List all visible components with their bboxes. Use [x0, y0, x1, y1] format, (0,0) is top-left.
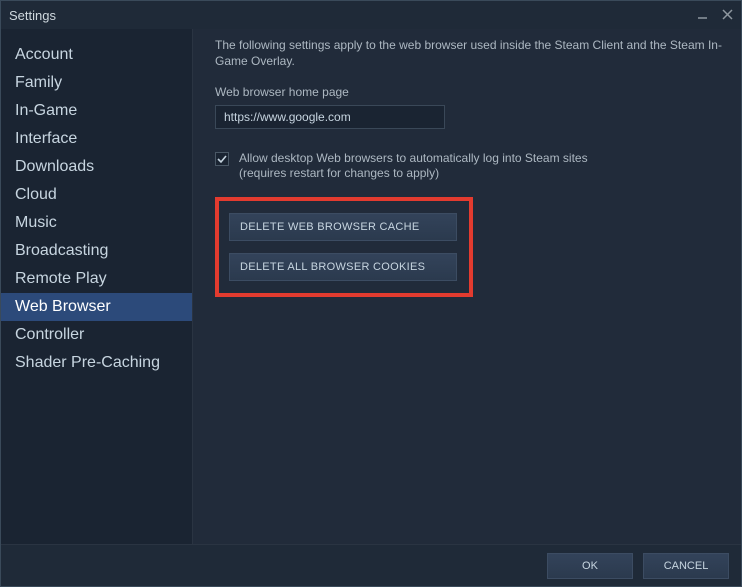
content-pane: The following settings apply to the web …	[193, 29, 741, 544]
close-icon[interactable]	[722, 8, 733, 23]
delete-cache-button[interactable]: DELETE WEB BROWSER CACHE	[229, 213, 457, 241]
sidebar-item-account[interactable]: Account	[1, 41, 192, 69]
ok-button[interactable]: OK	[547, 553, 633, 579]
body: AccountFamilyIn-GameInterfaceDownloadsCl…	[1, 29, 741, 544]
sidebar-item-in-game[interactable]: In-Game	[1, 97, 192, 125]
sidebar-item-cloud[interactable]: Cloud	[1, 181, 192, 209]
description-text: The following settings apply to the web …	[215, 37, 723, 69]
footer: OK CANCEL	[1, 544, 741, 586]
minimize-icon[interactable]	[697, 8, 708, 23]
delete-cookies-button[interactable]: DELETE ALL BROWSER COOKIES	[229, 253, 457, 281]
sidebar: AccountFamilyIn-GameInterfaceDownloadsCl…	[1, 29, 193, 544]
settings-window: Settings AccountFamilyIn-GameInterfaceDo…	[0, 0, 742, 587]
sidebar-item-interface[interactable]: Interface	[1, 125, 192, 153]
autologin-label: Allow desktop Web browsers to automatica…	[239, 151, 588, 181]
sidebar-item-downloads[interactable]: Downloads	[1, 153, 192, 181]
autologin-checkbox[interactable]	[215, 152, 229, 166]
cancel-button[interactable]: CANCEL	[643, 553, 729, 579]
window-controls	[697, 8, 733, 23]
homepage-label: Web browser home page	[215, 85, 723, 99]
autologin-label-line2: (requires restart for changes to apply)	[239, 166, 439, 180]
sidebar-item-web-browser[interactable]: Web Browser	[1, 293, 192, 321]
autologin-label-line1: Allow desktop Web browsers to automatica…	[239, 151, 588, 165]
highlight-box: DELETE WEB BROWSER CACHE DELETE ALL BROW…	[215, 197, 473, 297]
autologin-row: Allow desktop Web browsers to automatica…	[215, 151, 723, 181]
sidebar-item-controller[interactable]: Controller	[1, 321, 192, 349]
sidebar-item-broadcasting[interactable]: Broadcasting	[1, 237, 192, 265]
window-title: Settings	[9, 8, 697, 23]
sidebar-item-music[interactable]: Music	[1, 209, 192, 237]
sidebar-item-family[interactable]: Family	[1, 69, 192, 97]
homepage-input[interactable]	[215, 105, 445, 129]
sidebar-item-shader-pre-caching[interactable]: Shader Pre-Caching	[1, 349, 192, 377]
titlebar: Settings	[1, 1, 741, 29]
sidebar-item-remote-play[interactable]: Remote Play	[1, 265, 192, 293]
